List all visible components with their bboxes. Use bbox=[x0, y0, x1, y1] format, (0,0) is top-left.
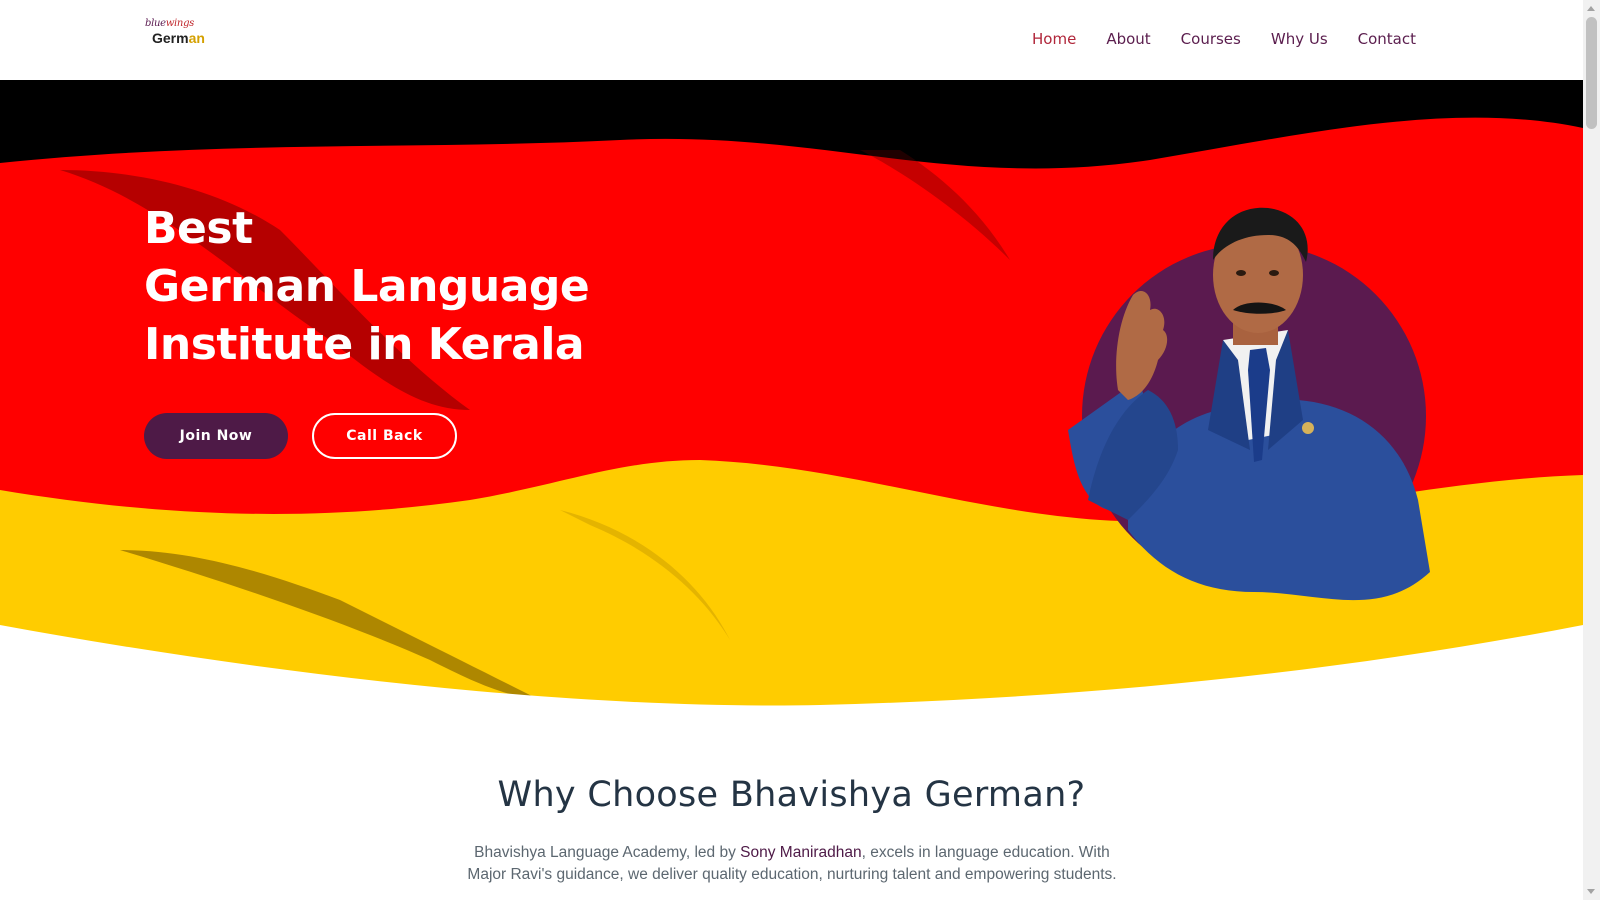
scroll-down-icon[interactable] bbox=[1587, 889, 1595, 894]
founder-portrait-image bbox=[1068, 207, 1430, 601]
logo-german-accent: an bbox=[188, 30, 205, 46]
hero-title-line: German Language bbox=[144, 261, 590, 312]
scroll-up-icon[interactable] bbox=[1587, 6, 1595, 11]
hero-banner: Best German Language Institute in Kerala… bbox=[0, 80, 1583, 730]
hero-title: Best German Language Institute in Kerala bbox=[144, 200, 590, 374]
hero-title-line: Institute in Kerala bbox=[144, 319, 585, 370]
description-text: Bhavishya Language Academy, led by bbox=[474, 844, 741, 861]
founder-name-link[interactable]: Sony Maniradhan bbox=[740, 844, 862, 861]
join-now-button[interactable]: Join Now bbox=[144, 413, 288, 459]
nav-why-us[interactable]: Why Us bbox=[1271, 30, 1328, 48]
logo-german-main: Germ bbox=[152, 30, 189, 46]
logo-text-accent: wings bbox=[165, 18, 195, 29]
nav-courses[interactable]: Courses bbox=[1181, 30, 1241, 48]
page-scrollbar[interactable] bbox=[1583, 0, 1600, 900]
site-header: bluewings German Home About Courses Why … bbox=[0, 0, 1583, 80]
scrollbar-thumb[interactable] bbox=[1586, 17, 1597, 129]
nav-contact[interactable]: Contact bbox=[1358, 30, 1416, 48]
hero-title-line: Best bbox=[144, 203, 253, 254]
why-choose-heading: Why Choose Bhavishya German? bbox=[497, 775, 1086, 815]
call-back-button[interactable]: Call Back bbox=[312, 413, 457, 459]
logo-text-prefix: blue bbox=[145, 18, 166, 29]
main-nav: Home About Courses Why Us Contact bbox=[1002, 30, 1416, 48]
nav-about[interactable]: About bbox=[1106, 30, 1150, 48]
nav-home[interactable]: Home bbox=[1032, 30, 1076, 48]
why-choose-description: Bhavishya Language Academy, led by Sony … bbox=[462, 842, 1122, 886]
brand-logo[interactable]: bluewings German bbox=[145, 18, 223, 52]
